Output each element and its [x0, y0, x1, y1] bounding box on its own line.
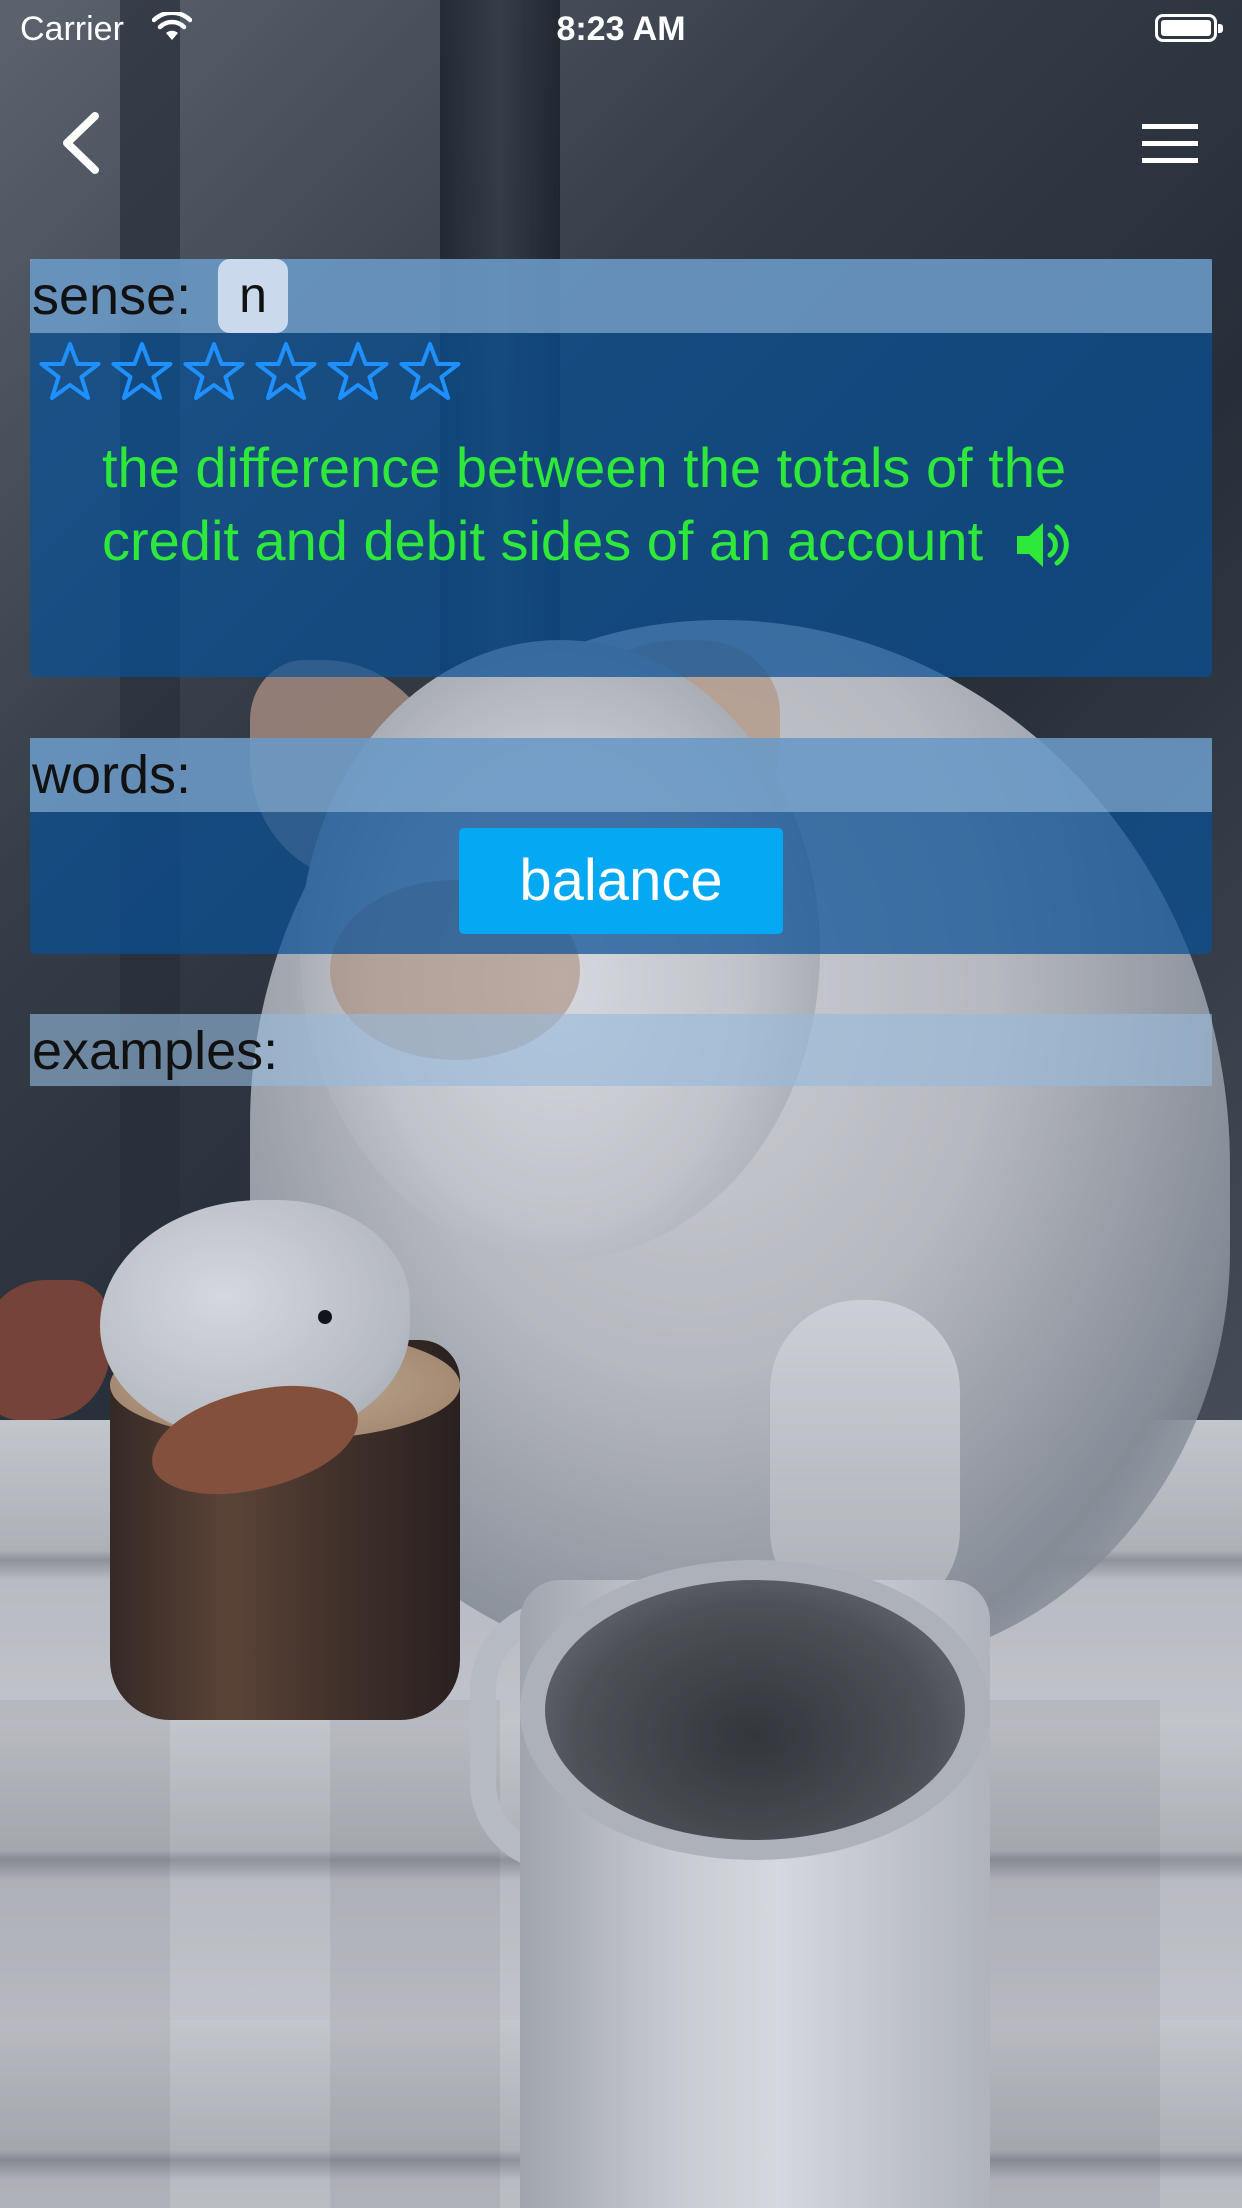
status-bar: Carrier 8:23 AM	[0, 0, 1242, 60]
star-icon[interactable]	[322, 337, 394, 409]
part-of-speech-tag: n	[218, 259, 288, 333]
words-label: words:	[32, 745, 192, 805]
definition-label: the difference between the totals of the…	[102, 436, 1067, 572]
rating-stars[interactable]	[34, 337, 466, 413]
definition-text: the difference between the totals of the…	[102, 431, 1162, 577]
sense-card: sense: n the difference between the tota…	[30, 259, 1212, 677]
battery-icon	[1155, 14, 1223, 42]
sense-label: sense:	[32, 266, 192, 326]
examples-label: examples:	[32, 1021, 279, 1081]
word-button-balance[interactable]: balance	[459, 828, 783, 934]
sense-header: sense: n	[30, 259, 1212, 333]
star-icon[interactable]	[394, 337, 466, 409]
words-card: words: balance	[30, 738, 1212, 954]
speaker-icon[interactable]	[1013, 517, 1073, 573]
menu-button[interactable]	[1140, 120, 1200, 168]
status-time: 8:23 AM	[556, 10, 686, 48]
star-icon[interactable]	[34, 337, 106, 409]
words-header: words:	[30, 738, 1212, 812]
star-icon[interactable]	[178, 337, 250, 409]
star-icon[interactable]	[250, 337, 322, 409]
hamburger-menu-icon	[1142, 124, 1198, 163]
star-icon[interactable]	[106, 337, 178, 409]
back-button[interactable]	[55, 108, 115, 178]
chevron-left-icon	[63, 112, 99, 174]
examples-header: examples:	[30, 1014, 1212, 1086]
